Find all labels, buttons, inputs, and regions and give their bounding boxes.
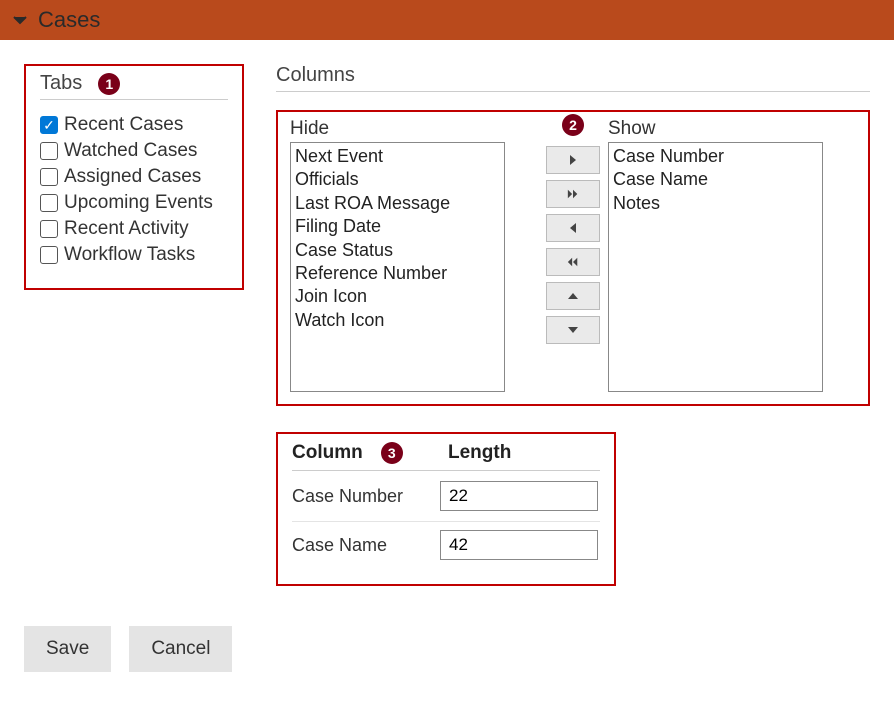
length-input[interactable] <box>440 481 598 511</box>
length-input[interactable] <box>440 530 598 560</box>
checkbox-icon[interactable] <box>40 168 58 186</box>
length-panel: Column 3 Length Case Number Case Name <box>276 432 616 586</box>
dual-list-panel: Hide Next EventOfficialsLast ROA Message… <box>276 110 870 406</box>
annotation-badge-2: 2 <box>562 114 584 136</box>
tab-checkbox-label: Recent Activity <box>64 218 189 240</box>
checkbox-icon[interactable] <box>40 220 58 238</box>
hide-list-item[interactable]: Filing Date <box>295 215 500 238</box>
show-listbox[interactable]: Case NumberCase NameNotes <box>608 142 823 392</box>
section-header[interactable]: Cases <box>0 0 894 40</box>
move-up-button[interactable] <box>546 282 600 310</box>
checkbox-icon[interactable] <box>40 142 58 160</box>
cancel-button[interactable]: Cancel <box>129 626 232 672</box>
section-title: Cases <box>38 7 100 33</box>
tab-checkbox-row[interactable]: ✓ Recent Cases <box>40 114 228 136</box>
tab-checkbox-row[interactable]: Watched Cases <box>40 140 228 162</box>
show-list-item[interactable]: Notes <box>613 192 818 215</box>
move-buttons: 2 <box>546 140 600 344</box>
length-length-header: Length <box>448 442 511 464</box>
hide-list-item[interactable]: Watch Icon <box>295 309 500 332</box>
move-left-button[interactable] <box>546 214 600 242</box>
length-row: Case Name <box>292 530 600 560</box>
tab-checkbox-label: Workflow Tasks <box>64 244 195 266</box>
hide-listbox[interactable]: Next EventOfficialsLast ROA MessageFilin… <box>290 142 505 392</box>
show-label: Show <box>608 118 856 140</box>
tab-checkbox-row[interactable]: Assigned Cases <box>40 166 228 188</box>
length-row: Case Number <box>292 481 600 522</box>
save-button[interactable]: Save <box>24 626 111 672</box>
length-header: Column 3 Length <box>292 442 600 471</box>
move-all-right-button[interactable] <box>546 180 600 208</box>
show-list-item[interactable]: Case Name <box>613 168 818 191</box>
checkbox-icon[interactable] <box>40 246 58 264</box>
tab-checkbox-row[interactable]: Workflow Tasks <box>40 244 228 266</box>
tab-checkbox-label: Upcoming Events <box>64 192 213 214</box>
move-down-button[interactable] <box>546 316 600 344</box>
annotation-badge-1: 1 <box>98 73 120 95</box>
tab-checkbox-label: Assigned Cases <box>64 166 201 188</box>
move-all-left-button[interactable] <box>546 248 600 276</box>
checkbox-icon[interactable]: ✓ <box>40 116 58 134</box>
tabs-panel: Tabs 1 ✓ Recent Cases Watched Cases Assigne… <box>24 64 244 290</box>
tabs-title: Tabs <box>40 72 82 95</box>
length-row-name: Case Name <box>292 535 440 556</box>
tab-checkbox-row[interactable]: Recent Activity <box>40 218 228 240</box>
columns-title: Columns <box>276 64 870 92</box>
hide-list-item[interactable]: Reference Number <box>295 262 500 285</box>
show-list-item[interactable]: Case Number <box>613 145 818 168</box>
move-right-button[interactable] <box>546 146 600 174</box>
hide-list-item[interactable]: Last ROA Message <box>295 192 500 215</box>
hide-list-item[interactable]: Case Status <box>295 239 500 262</box>
hide-list-item[interactable]: Join Icon <box>295 285 500 308</box>
annotation-badge-3: 3 <box>381 442 403 464</box>
chevron-down-icon <box>12 12 28 28</box>
length-row-name: Case Number <box>292 486 440 507</box>
hide-label: Hide <box>290 118 538 140</box>
length-column-header: Column <box>292 442 363 464</box>
hide-list-item[interactable]: Next Event <box>295 145 500 168</box>
tabs-header: Tabs 1 <box>40 72 228 100</box>
hide-list-item[interactable]: Officials <box>295 168 500 191</box>
tab-checkbox-row[interactable]: Upcoming Events <box>40 192 228 214</box>
tab-checkbox-label: Watched Cases <box>64 140 197 162</box>
tab-checkbox-label: Recent Cases <box>64 114 183 136</box>
checkbox-icon[interactable] <box>40 194 58 212</box>
